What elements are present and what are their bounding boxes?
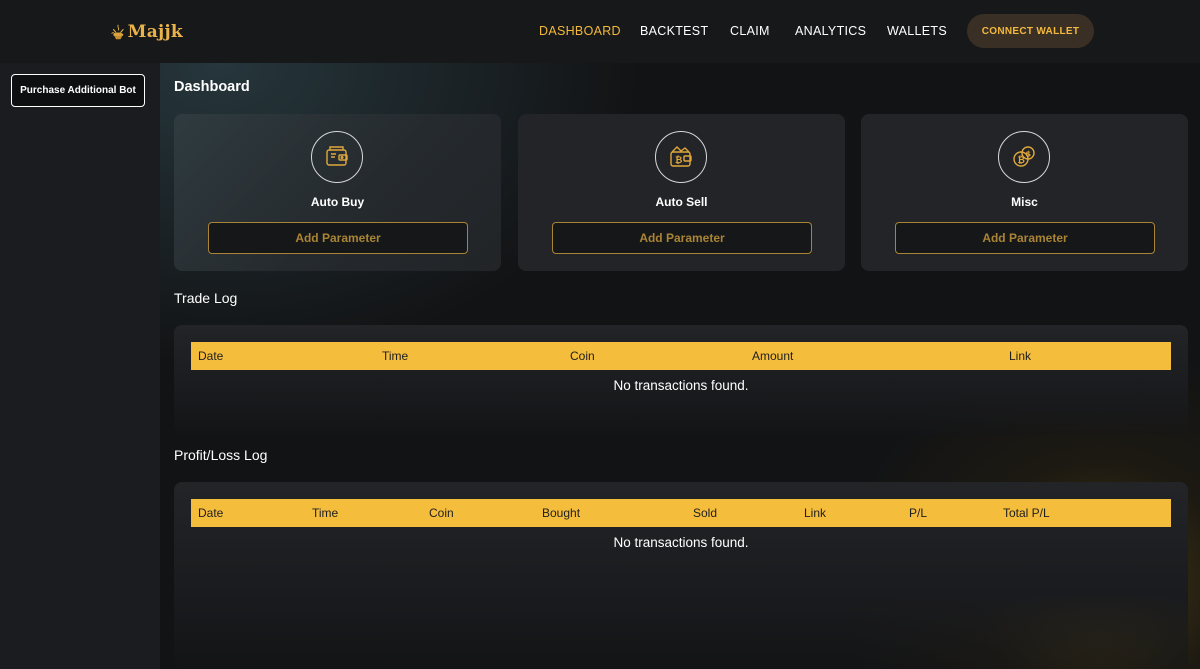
auto-sell-label: Auto Sell bbox=[655, 195, 708, 209]
column-header-link: Link bbox=[804, 506, 827, 520]
dashboard-title: Dashboard bbox=[174, 79, 250, 95]
nav-backtest[interactable]: BACKTEST bbox=[640, 24, 708, 38]
misc-card: ₿ $ Misc Add Parameter bbox=[861, 114, 1188, 271]
svg-text:$: $ bbox=[1026, 150, 1032, 159]
column-header-link: Link bbox=[1009, 349, 1032, 363]
nav-analytics[interactable]: ANALYTICS bbox=[795, 24, 866, 38]
main-content: Dashboard Auto Buy Add Parameter ₿ Auto … bbox=[160, 63, 1200, 669]
trade-log-empty-message: No transactions found. bbox=[613, 378, 749, 393]
auto-sell-add-parameter-button[interactable]: Add Parameter bbox=[552, 222, 812, 254]
column-header-pl: P/L bbox=[909, 506, 928, 520]
column-header-sold: Sold bbox=[693, 506, 718, 520]
auto-buy-card: Auto Buy Add Parameter bbox=[174, 114, 501, 271]
trade-log-table-header: Date Time Coin Amount Link bbox=[191, 342, 1171, 370]
wallet-icon bbox=[311, 131, 363, 183]
trade-log-title: Trade Log bbox=[174, 290, 238, 306]
purchase-additional-bot-button[interactable]: Purchase Additional Bot bbox=[11, 74, 145, 107]
auto-sell-card: ₿ Auto Sell Add Parameter bbox=[518, 114, 845, 271]
column-header-coin: Coin bbox=[570, 349, 595, 363]
top-navigation-bar: Majjk DASHBOARD BACKTEST CLAIM ANALYTICS… bbox=[0, 0, 1200, 63]
nav-dashboard[interactable]: DASHBOARD bbox=[539, 24, 621, 38]
misc-label: Misc bbox=[1011, 195, 1038, 209]
column-header-total-pl: Total P/L bbox=[1003, 506, 1050, 520]
nav-claim[interactable]: CLAIM bbox=[730, 24, 770, 38]
column-header-time: Time bbox=[382, 349, 409, 363]
column-header-time: Time bbox=[312, 506, 339, 520]
coins-icon: ₿ $ bbox=[998, 131, 1050, 183]
profit-loss-log-panel: Date Time Coin Bought Sold Link P/L Tota… bbox=[174, 482, 1188, 669]
genie-lamp-icon bbox=[111, 24, 124, 40]
column-header-coin: Coin bbox=[429, 506, 454, 520]
profit-loss-log-title: Profit/Loss Log bbox=[174, 447, 268, 463]
profit-loss-empty-message: No transactions found. bbox=[613, 535, 749, 550]
brand-logo[interactable]: Majjk bbox=[111, 14, 183, 50]
nav-wallets[interactable]: WALLETS bbox=[887, 24, 947, 38]
sidebar: Purchase Additional Bot bbox=[0, 63, 160, 669]
bitcoin-wallet-icon: ₿ bbox=[655, 131, 707, 183]
trade-log-panel: Date Time Coin Amount Link No transactio… bbox=[174, 325, 1188, 435]
brand-name: Majjk bbox=[127, 22, 183, 42]
misc-add-parameter-button[interactable]: Add Parameter bbox=[895, 222, 1155, 254]
auto-buy-label: Auto Buy bbox=[310, 195, 365, 209]
connect-wallet-button[interactable]: CONNECT WALLET bbox=[967, 14, 1094, 48]
column-header-bought: Bought bbox=[542, 506, 581, 520]
svg-text:₿: ₿ bbox=[675, 155, 682, 166]
svg-text:₿: ₿ bbox=[1018, 155, 1025, 166]
auto-buy-add-parameter-button[interactable]: Add Parameter bbox=[208, 222, 468, 254]
profit-loss-table-header: Date Time Coin Bought Sold Link P/L Tota… bbox=[191, 499, 1171, 527]
column-header-date: Date bbox=[198, 349, 224, 363]
column-header-amount: Amount bbox=[752, 349, 794, 363]
column-header-date: Date bbox=[198, 506, 224, 520]
